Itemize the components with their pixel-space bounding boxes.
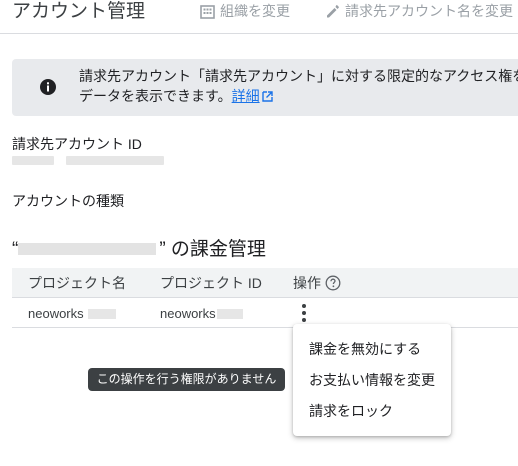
actions-menu: 課金を無効にする お支払い情報を変更 請求をロック xyxy=(293,324,451,436)
redacted-project-id-suffix xyxy=(216,309,243,319)
rename-account-button[interactable]: 請求先アカウント名を変更 xyxy=(325,2,513,20)
redacted-account-id-part-2 xyxy=(66,156,164,165)
redacted-account-name xyxy=(18,242,159,256)
change-org-label: 組織を変更 xyxy=(220,3,290,19)
menu-item-lock-billing[interactable]: 請求をロック xyxy=(309,402,393,420)
menu-item-change-payment[interactable]: お支払い情報を変更 xyxy=(309,371,435,389)
info-icon xyxy=(40,79,56,95)
project-id: neoworks xyxy=(160,306,216,321)
column-project-name: プロジェクト名 xyxy=(28,275,126,291)
title-close-text: ” の課金管理 xyxy=(159,239,266,260)
more-vert-icon[interactable] xyxy=(297,303,311,323)
banner-line-1: 請求先アカウント「請求先アカウント」に対する限定的なアクセス権を xyxy=(79,68,518,84)
rename-account-label: 請求先アカウント名を変更 xyxy=(345,3,513,19)
top-header: アカウント管理 組織を変更 請求先アカウント名を変更 xyxy=(0,0,518,34)
account-type-label: アカウントの種類 xyxy=(12,193,124,209)
banner-text: 請求先アカウント「請求先アカウント」に対する限定的なアクセス権を データを表示で… xyxy=(79,66,518,106)
info-banner: 請求先アカウント「請求先アカウント」に対する限定的なアクセス権を データを表示で… xyxy=(12,59,518,116)
redacted-project-name-suffix xyxy=(87,309,116,319)
redacted-account-id-part-1 xyxy=(12,156,54,165)
learn-more-label: 詳細 xyxy=(231,88,260,104)
permission-tooltip: この操作を行う権限がありません xyxy=(88,368,285,391)
banner-line-2-text: データを表示できます。 xyxy=(79,88,232,104)
column-actions-label: 操作 xyxy=(293,275,321,291)
learn-more-link[interactable]: 詳細 xyxy=(232,88,273,104)
account-id-label: 請求先アカウント ID xyxy=(12,136,142,152)
column-actions: 操作 xyxy=(293,274,341,292)
banner-line-2: データを表示できます。詳細 xyxy=(79,86,518,106)
edit-icon xyxy=(327,4,339,17)
project-name-cell: neoworks xyxy=(28,305,116,322)
menu-item-disable-billing[interactable]: 課金を無効にする xyxy=(309,340,421,358)
projects-table-header: プロジェクト名 プロジェクト ID 操作 xyxy=(12,268,518,298)
change-org-button[interactable]: 組織を変更 xyxy=(200,2,290,20)
external-link-icon xyxy=(261,91,273,102)
column-project-id: プロジェクト ID xyxy=(160,275,262,291)
help-icon[interactable] xyxy=(325,275,341,291)
page-title: アカウント管理 xyxy=(12,1,146,22)
project-id-cell: neoworks xyxy=(160,305,243,322)
redacted-account-name-block xyxy=(18,243,157,255)
project-name: neoworks xyxy=(28,306,84,321)
billing-management-title: “” の課金管理 xyxy=(12,237,266,263)
org-icon xyxy=(200,4,215,19)
